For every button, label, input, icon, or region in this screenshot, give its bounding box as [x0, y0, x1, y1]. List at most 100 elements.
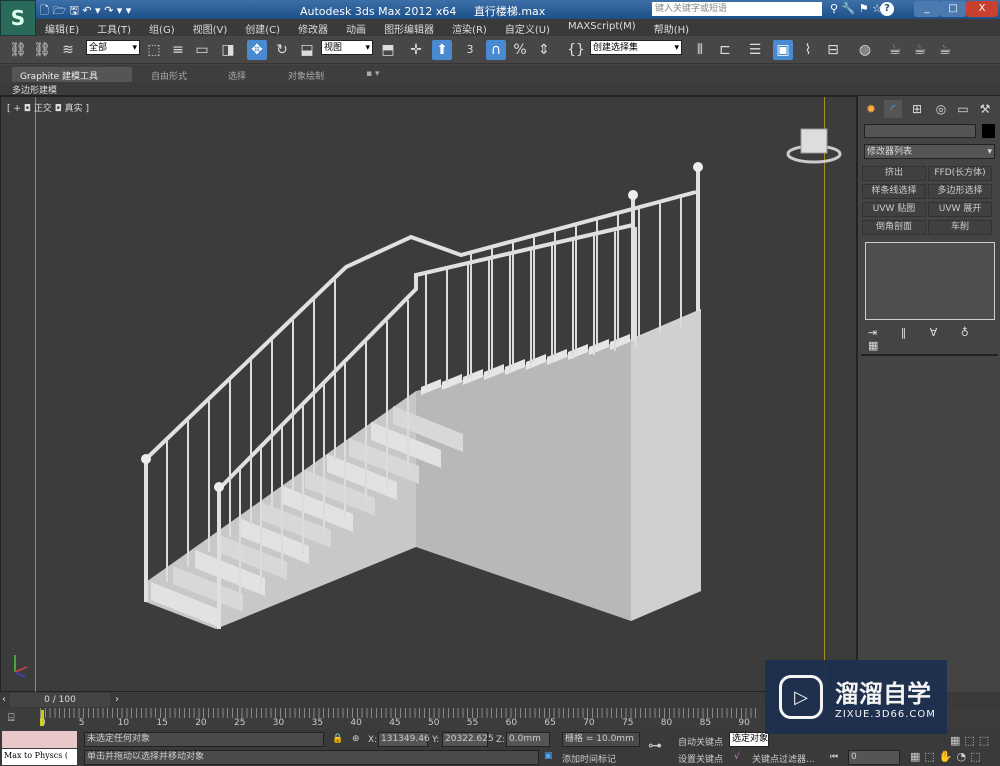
key-filters-button[interactable]: 关键点过滤器...: [752, 752, 815, 765]
align-icon[interactable]: ⊏: [715, 40, 735, 60]
lathe-button[interactable]: 车削: [928, 220, 992, 235]
object-color-swatch[interactable]: [982, 124, 995, 138]
hierarchy-tab-icon[interactable]: ⊞: [908, 100, 926, 118]
x-coordinate-field[interactable]: 131349.46: [378, 732, 430, 747]
app-logo-button[interactable]: S: [0, 0, 36, 36]
viewport-perspective[interactable]: [ + ◘ 正交 ◘ 真实 ]: [0, 96, 857, 693]
menu-create[interactable]: 创建(C): [236, 19, 289, 36]
pivot-icon[interactable]: ⬒: [378, 40, 398, 60]
tab-freeform[interactable]: 自由形式: [143, 67, 195, 82]
maxscript-listener-top[interactable]: [2, 731, 77, 748]
motion-tab-icon[interactable]: ◎: [932, 100, 950, 118]
tab-selection[interactable]: 选择: [220, 67, 254, 82]
menu-help[interactable]: 帮助(H): [645, 19, 698, 36]
spinner-snap-icon[interactable]: ⇕: [534, 40, 554, 60]
infocenter-icons[interactable]: ⚲ 🔧 ⚑ ☆: [830, 2, 882, 15]
modifier-stack[interactable]: [865, 242, 995, 320]
layer-manager-icon[interactable]: ☰: [745, 40, 765, 60]
time-config-icon[interactable]: ⏮: [830, 752, 838, 762]
select-rotate-icon[interactable]: ↻: [272, 40, 292, 60]
select-move-icon[interactable]: ✥: [247, 40, 267, 60]
menu-group[interactable]: 组(G): [140, 19, 184, 36]
reference-coord-dropdown[interactable]: 视图: [321, 40, 373, 56]
bind-space-warp-icon[interactable]: ≋: [58, 40, 78, 60]
viewport-zoom-icons[interactable]: ▦⬚⬚: [950, 734, 993, 747]
lock-icon[interactable]: 🔒: [332, 734, 343, 744]
edit-named-selection-icon[interactable]: {}: [566, 40, 586, 60]
unlink-icon[interactable]: ⛓: [32, 40, 52, 60]
mirror-icon[interactable]: ⫴: [690, 40, 710, 60]
graphite-toggle-icon[interactable]: ▣: [773, 40, 793, 60]
select-object-icon[interactable]: ⬚: [144, 40, 164, 60]
viewcube-icon[interactable]: [786, 128, 842, 164]
next-frame-icon[interactable]: ›: [115, 694, 119, 705]
snap-toggle-icon[interactable]: 3: [460, 40, 480, 60]
extrude-button[interactable]: 挤出: [862, 166, 926, 181]
ribbon-options-icon[interactable]: ▪ ▾: [358, 67, 387, 82]
time-tag-icon[interactable]: ▣: [544, 751, 553, 761]
object-name-field[interactable]: [864, 124, 976, 138]
render-setup-icon[interactable]: ☕: [885, 40, 905, 60]
auto-key-button[interactable]: 自动关键点: [678, 735, 723, 748]
window-crossing-icon[interactable]: ◨: [218, 40, 238, 60]
close-button[interactable]: X: [966, 1, 998, 17]
menu-graph-editors[interactable]: 图形编辑器: [375, 19, 443, 36]
material-editor-icon[interactable]: ◍: [855, 40, 875, 60]
search-input[interactable]: 键入关键字或短语: [652, 2, 822, 16]
add-time-tag[interactable]: 添加时间标记: [562, 752, 616, 765]
render-icon[interactable]: ☕: [935, 40, 955, 60]
modifier-list-dropdown[interactable]: 修改器列表: [864, 144, 995, 160]
tab-graphite[interactable]: Graphite 建模工具: [12, 67, 132, 82]
uvw-map-button[interactable]: UVW 贴图: [862, 202, 926, 217]
spline-select-button[interactable]: 样条线选择: [862, 184, 926, 199]
menu-rendering[interactable]: 渲染(R): [443, 19, 496, 36]
modify-tab-icon[interactable]: ◜: [884, 100, 902, 118]
angle-snap-icon[interactable]: ∩: [486, 40, 506, 60]
key-icon[interactable]: ⊶: [648, 738, 662, 754]
help-icon[interactable]: ?: [880, 2, 894, 16]
menu-modifiers[interactable]: 修改器: [289, 19, 337, 36]
y-coordinate-field[interactable]: 20322.625: [442, 732, 494, 747]
rect-selection-icon[interactable]: ▭: [192, 40, 212, 60]
menu-tools[interactable]: 工具(T): [88, 19, 140, 36]
named-selection-dropdown[interactable]: 创建选择集: [590, 40, 682, 56]
stack-controls[interactable]: ⇥ ‖ ∀ ♁ ▦: [868, 326, 1000, 352]
manipulate-icon[interactable]: ✛: [406, 40, 426, 60]
bevel-profile-button[interactable]: 倒角剖面: [862, 220, 926, 235]
rendered-frame-icon[interactable]: ☕: [910, 40, 930, 60]
maximize-button[interactable]: □: [940, 1, 966, 17]
menu-edit[interactable]: 编辑(E): [36, 19, 88, 36]
polygon-modeling-label[interactable]: 多边形建模: [12, 83, 57, 96]
maxscript-listener[interactable]: Max to Physcs (: [2, 749, 77, 765]
z-coordinate-field[interactable]: 0.0mm: [506, 732, 550, 747]
mini-curve-editor-icon[interactable]: ⌸: [8, 711, 15, 725]
timeline-tick: 25: [234, 718, 246, 728]
set-key-button[interactable]: 设置关键点: [678, 752, 723, 765]
menu-customize[interactable]: 自定义(U): [496, 19, 559, 36]
tab-object-paint[interactable]: 对象绘制: [280, 67, 332, 82]
keyboard-shortcut-icon[interactable]: ⬆: [432, 40, 452, 60]
menu-animation[interactable]: 动画: [337, 19, 375, 36]
key-selection-dropdown[interactable]: 选定对象: [729, 732, 769, 747]
display-tab-icon[interactable]: ▭: [954, 100, 972, 118]
viewport-nav-icons[interactable]: ▦⬚✋◔⬚: [910, 750, 984, 763]
minimize-button[interactable]: _: [914, 1, 940, 17]
utilities-tab-icon[interactable]: ⚒: [976, 100, 994, 118]
prev-frame-icon[interactable]: ‹: [2, 694, 6, 705]
time-slider-thumb[interactable]: 0 / 100: [10, 693, 110, 707]
link-icon[interactable]: ⛓: [8, 40, 28, 60]
schematic-view-icon[interactable]: ⊟: [823, 40, 843, 60]
current-frame-field[interactable]: 0: [848, 750, 900, 765]
percent-snap-icon[interactable]: %: [510, 40, 530, 60]
menu-views[interactable]: 视图(V): [184, 19, 237, 36]
select-scale-icon[interactable]: ⬓: [297, 40, 317, 60]
ffd-box-button[interactable]: FFD(长方体): [928, 166, 992, 181]
curve-editor-icon[interactable]: ⌇: [798, 40, 818, 60]
uvw-unwrap-button[interactable]: UVW 展开: [928, 202, 992, 217]
selection-filter-dropdown[interactable]: 全部: [86, 40, 140, 56]
create-tab-icon[interactable]: ✹: [862, 100, 880, 118]
absolute-mode-icon[interactable]: ⊕: [352, 734, 360, 744]
poly-select-button[interactable]: 多边形选择: [928, 184, 992, 199]
menu-maxscript[interactable]: MAXScript(M): [559, 19, 645, 36]
select-by-name-icon[interactable]: ≡: [168, 40, 188, 60]
